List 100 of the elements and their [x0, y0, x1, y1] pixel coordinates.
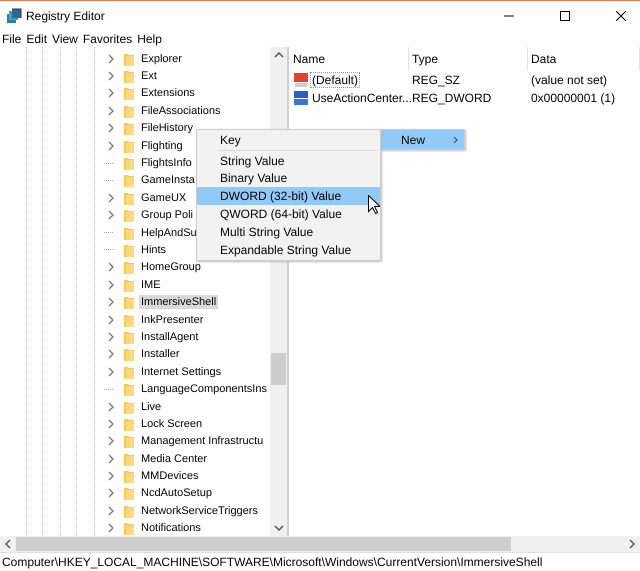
window-title: Registry Editor: [26, 8, 105, 22]
folder-icon: [124, 104, 134, 118]
string-value-icon: [293, 72, 309, 88]
tree-item[interactable]: Group Poli: [139, 208, 195, 222]
tree-item[interactable]: Flighting: [139, 138, 185, 153]
expand-chevron-icon[interactable]: [108, 366, 114, 377]
tree-item[interactable]: IME: [139, 278, 163, 292]
menu-item[interactable]: Expandable String Value: [197, 240, 380, 259]
tree-item[interactable]: InkPresenter: [139, 312, 206, 327]
expand-chevron-icon[interactable]: [108, 402, 114, 412]
folder-icon: [124, 347, 134, 362]
tree-item[interactable]: Media Center: [139, 452, 210, 466]
scroll-right-icon[interactable]: [629, 539, 635, 549]
folder-icon: [124, 452, 134, 466]
folder-icon: [124, 400, 134, 414]
tree-item[interactable]: NcdAutoSetup: [139, 486, 214, 500]
menu-item[interactable]: File: [2, 32, 22, 46]
value-name[interactable]: (Default): [310, 72, 360, 88]
folder-icon: [124, 138, 134, 153]
expand-chevron-icon[interactable]: [108, 106, 114, 116]
folder-icon: [124, 312, 134, 327]
tree-item[interactable]: Lock Screen: [139, 416, 204, 431]
expand-chevron-icon[interactable]: [108, 88, 114, 98]
tree-item[interactable]: Explorer: [139, 52, 184, 66]
expand-chevron-icon[interactable]: [108, 192, 114, 203]
expand-chevron-icon[interactable]: [108, 123, 114, 134]
expand-chevron-icon[interactable]: [108, 71, 114, 82]
tree-item[interactable]: Ext: [139, 69, 159, 84]
menu-item[interactable]: Binary Value: [197, 170, 380, 188]
expand-chevron-icon[interactable]: [108, 314, 114, 325]
expand-chevron-icon[interactable]: [108, 506, 114, 516]
binary-value-icon: [293, 90, 309, 106]
tree-item[interactable]: Live: [139, 400, 164, 414]
folder-icon: [124, 242, 134, 257]
tree-item[interactable]: Extensions: [139, 86, 197, 100]
tree-item[interactable]: MMDevices: [139, 469, 200, 484]
folder-icon: [124, 69, 134, 84]
expand-chevron-icon[interactable]: [108, 349, 114, 360]
folder-icon: [124, 86, 134, 100]
folder-icon: [124, 190, 134, 205]
tree-item[interactable]: FlightsInfo: [139, 156, 194, 170]
column-header[interactable]: Data: [528, 47, 640, 71]
folder-icon: [124, 173, 134, 188]
folder-icon: [124, 521, 134, 536]
expand-chevron-icon[interactable]: [108, 297, 114, 308]
folder-icon: [124, 364, 134, 379]
expand-chevron-icon[interactable]: [108, 280, 114, 290]
maximize-icon[interactable]: [560, 10, 570, 20]
tree-item[interactable]: FileHistory: [139, 121, 195, 136]
column-header[interactable]: Type: [409, 47, 528, 71]
menu-item[interactable]: Key: [197, 131, 380, 149]
expand-chevron-icon[interactable]: [108, 332, 114, 342]
tree-item[interactable]: ImmersiveShell: [139, 295, 218, 310]
menu-item[interactable]: DWORD (32-bit) Value: [197, 187, 380, 206]
expand-chevron-icon[interactable]: [108, 488, 114, 498]
tree-item[interactable]: Hints: [139, 242, 168, 257]
tree-item[interactable]: Management Infrastructu: [139, 434, 266, 448]
folder-icon: [124, 226, 134, 240]
scroll-up-icon[interactable]: [274, 52, 284, 58]
expand-chevron-icon[interactable]: [108, 436, 114, 446]
scrollbar-thumb[interactable]: [16, 537, 511, 551]
menu-item[interactable]: Multi String Value: [197, 222, 380, 241]
folder-icon: [124, 382, 134, 396]
menu-item[interactable]: Favorites: [82, 32, 132, 46]
menu-item[interactable]: String Value: [197, 152, 380, 170]
folder-icon: [124, 330, 134, 344]
scroll-left-icon[interactable]: [5, 539, 11, 549]
tree-item[interactable]: GameUX: [139, 190, 188, 205]
expand-chevron-icon[interactable]: [108, 210, 114, 220]
expand-chevron-icon[interactable]: [108, 454, 114, 464]
value-data: 0x00000001 (1): [530, 91, 616, 105]
scrollbar-thumb[interactable]: [271, 353, 286, 385]
expand-chevron-icon[interactable]: [108, 418, 114, 429]
folder-icon: [124, 504, 134, 518]
tree-item[interactable]: GameInsta: [139, 173, 197, 188]
expand-chevron-icon[interactable]: [108, 523, 114, 534]
expand-chevron-icon[interactable]: [108, 262, 114, 272]
menu-item[interactable]: Edit: [26, 32, 48, 46]
tree-item[interactable]: InstallAgent: [139, 330, 200, 344]
menu-item[interactable]: New: [379, 130, 464, 149]
tree-item[interactable]: FileAssociations: [139, 104, 222, 118]
app-icon: [6, 8, 22, 24]
tree-item[interactable]: LanguageComponentsIns: [139, 382, 269, 396]
menu-item[interactable]: View: [52, 32, 78, 46]
expand-chevron-icon[interactable]: [108, 471, 114, 482]
tree-item[interactable]: Notifications: [139, 521, 203, 536]
tree-item[interactable]: Internet Settings: [139, 364, 224, 379]
value-type: REG_SZ: [411, 73, 462, 87]
tree-item[interactable]: HomeGroup: [139, 260, 203, 274]
expand-chevron-icon[interactable]: [108, 140, 114, 151]
folder-icon: [124, 260, 134, 274]
tree-item[interactable]: NetworkServiceTriggers: [139, 504, 260, 518]
scroll-down-icon[interactable]: [274, 525, 284, 531]
folder-icon: [124, 295, 134, 310]
menu-item[interactable]: Help: [137, 32, 162, 46]
expand-chevron-icon[interactable]: [108, 54, 114, 64]
tree-item[interactable]: Installer: [139, 347, 182, 362]
column-header[interactable]: Name: [289, 47, 409, 71]
tree-item[interactable]: HelpAndSu: [139, 226, 199, 240]
close-icon[interactable]: [616, 10, 626, 20]
